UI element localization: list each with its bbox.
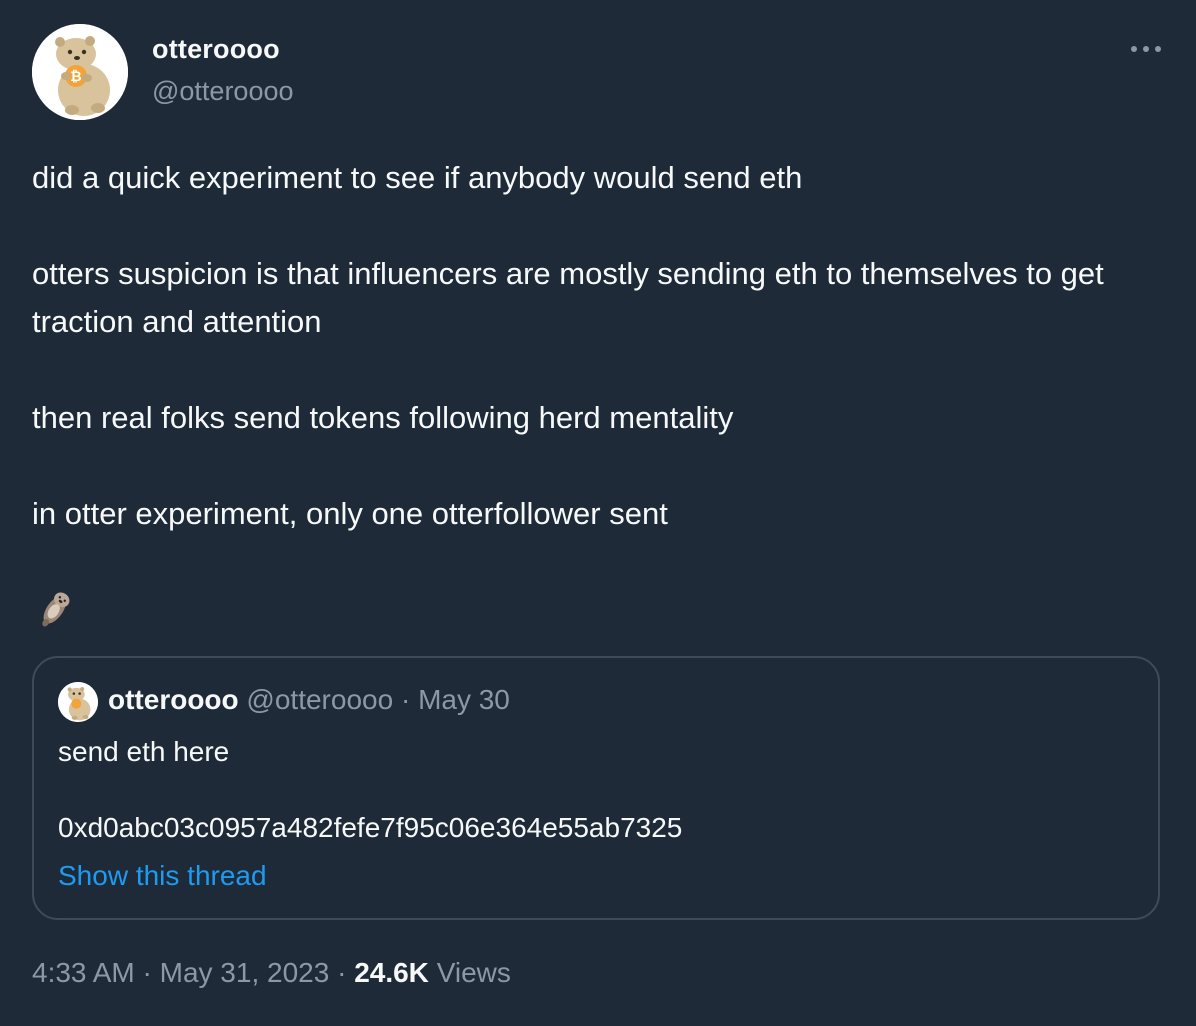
show-thread-link[interactable]: Show this thread	[58, 860, 267, 892]
separator-dot: ·	[400, 684, 411, 715]
quoted-line: 0xd0abc03c0957a482fefe7f95c06e364e55ab73…	[58, 812, 683, 843]
quoted-text: send eth here 0xd0abc03c0957a482fefe7f95…	[58, 732, 1138, 848]
quoted-author-avatar[interactable]	[58, 682, 98, 722]
quoted-date[interactable]: May 30	[418, 684, 510, 715]
tweet-card: ₿ otteroooo @otteroooo did a quick exper…	[0, 0, 1196, 1026]
separator-dot: ·	[337, 957, 347, 988]
tweet-paragraph: then real folks send tokens following he…	[32, 400, 734, 435]
svg-text:₿: ₿	[70, 68, 81, 84]
tweet-metadata: 4:33 AM · May 31, 2023 · 24.6K Views	[32, 957, 511, 989]
separator-dot: ·	[142, 957, 152, 988]
views-count[interactable]: 24.6K	[354, 957, 429, 988]
tweet-paragraph: otters suspicion is that influencers are…	[32, 256, 1104, 339]
tweet-time[interactable]: 4:33 AM	[32, 957, 135, 988]
more-horizontal-icon	[1131, 46, 1161, 52]
quoted-header: otteroooo @otteroooo · May 30	[108, 684, 510, 716]
otter-bitcoin-avatar-icon: ₿	[32, 24, 128, 120]
quoted-line: send eth here	[58, 736, 230, 767]
quoted-display-name[interactable]: otteroooo	[108, 684, 239, 715]
tweet-paragraph: did a quick experiment to see if anybody…	[32, 160, 803, 195]
tweet-paragraph: in otter experiment, only one otterfollo…	[32, 496, 668, 531]
tweet-text: did a quick experiment to see if anybody…	[32, 154, 1172, 538]
otter-bitcoin-avatar-icon	[58, 682, 98, 722]
author-display-name[interactable]: otteroooo	[152, 34, 280, 65]
quoted-handle[interactable]: @otteroooo	[246, 684, 393, 715]
views-label: Views	[436, 957, 511, 988]
author-handle[interactable]: @otteroooo	[152, 76, 294, 107]
quoted-tweet[interactable]: otteroooo @otteroooo · May 30 send eth h…	[32, 656, 1160, 920]
otter-emoji	[34, 586, 78, 630]
otter-emoji-icon	[42, 592, 70, 627]
author-avatar[interactable]: ₿	[32, 24, 128, 120]
more-options-button[interactable]	[1126, 34, 1166, 64]
tweet-date[interactable]: May 31, 2023	[160, 957, 330, 988]
